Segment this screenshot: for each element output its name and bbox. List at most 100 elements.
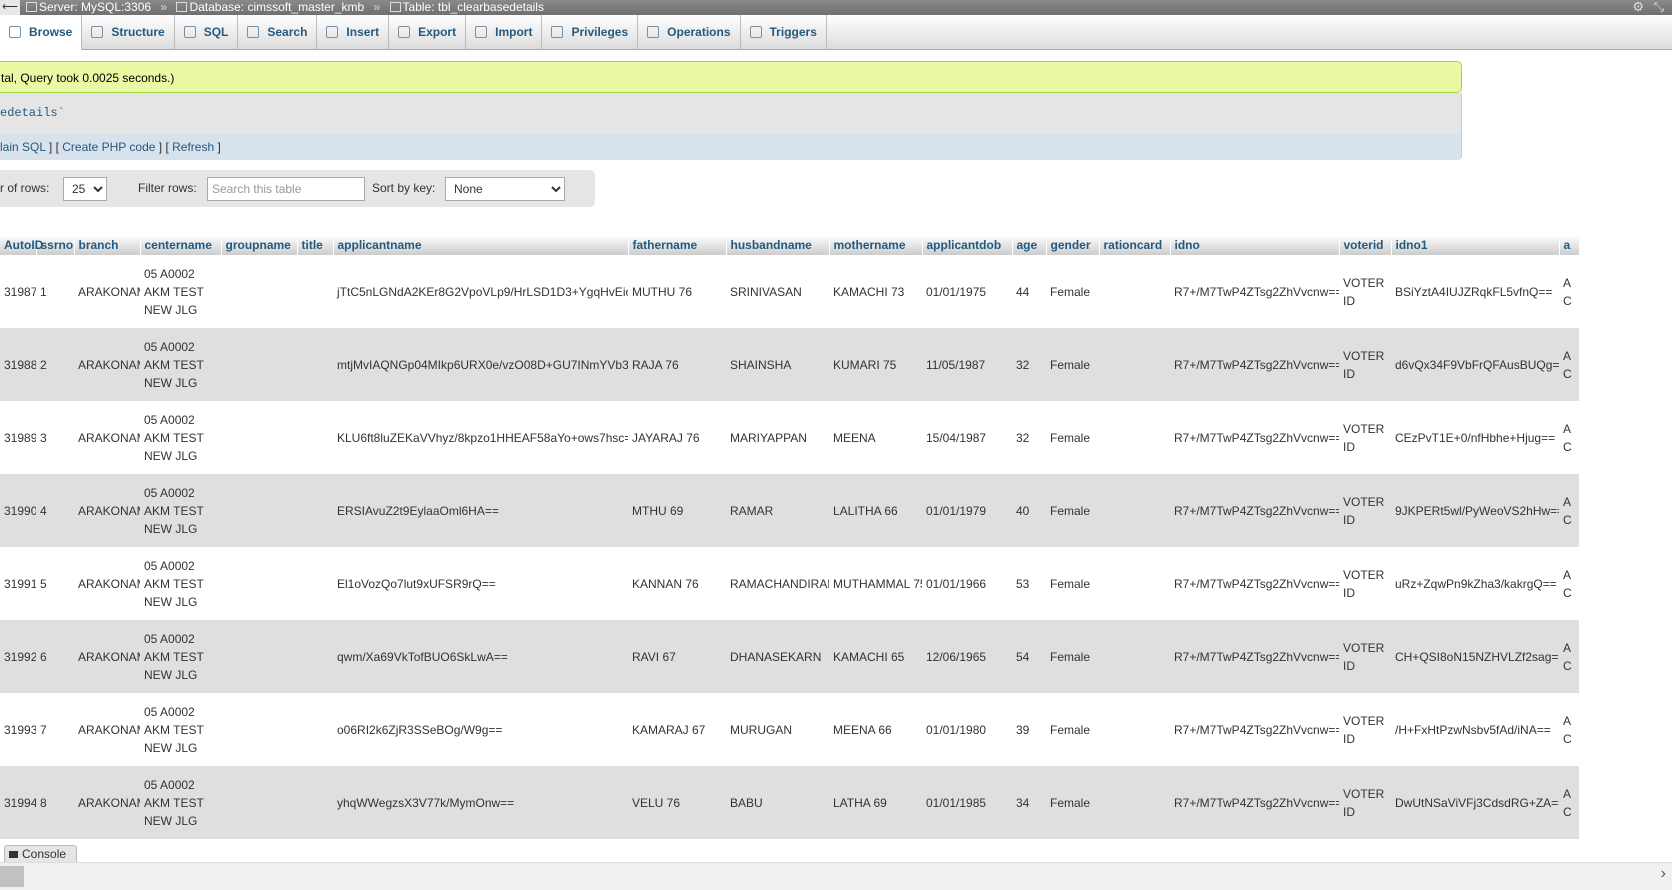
- cell-branch[interactable]: ARAKONAM: [74, 255, 140, 328]
- cell-groupname[interactable]: [221, 766, 297, 839]
- table-row[interactable]: 31993 7 ARAKONAM 05 A0002 AKM TEST NEW JLG o…: [0, 693, 1579, 766]
- cell-a[interactable]: A C: [1559, 620, 1579, 693]
- cell-idno[interactable]: R7+/M7TwP4ZTsg2ZhVvcnw==: [1170, 693, 1339, 766]
- cell-mothername[interactable]: KUMARI 75: [829, 328, 922, 401]
- cell-centername[interactable]: 05 A0002 AKM TEST NEW JLG: [140, 255, 221, 328]
- cell-age[interactable]: 54: [1012, 620, 1046, 693]
- column-header-centername[interactable]: centername: [140, 235, 222, 255]
- tab-search[interactable]: Search: [238, 15, 318, 49]
- cell-idno1[interactable]: /H+FxHtPzwNsbv5fAd/iNA==: [1391, 693, 1559, 766]
- cell-idno[interactable]: R7+/M7TwP4ZTsg2ZhVvcnw==: [1170, 474, 1339, 547]
- cell-idno[interactable]: R7+/M7TwP4ZTsg2ZhVvcnw==: [1170, 620, 1339, 693]
- cell-applicantname[interactable]: mtjMvIAQNGp04MIkp6URX0e/vzO08D+GU7INmYVb…: [333, 328, 628, 401]
- cell-gender[interactable]: Female: [1046, 693, 1099, 766]
- cell-idno[interactable]: R7+/M7TwP4ZTsg2ZhVvcnw==: [1170, 547, 1339, 620]
- column-header-title[interactable]: title: [297, 235, 334, 255]
- cell-voterid[interactable]: VOTER ID: [1339, 693, 1391, 766]
- cell-mothername[interactable]: MUTHAMMAL 75: [829, 547, 922, 620]
- back-arrow-icon[interactable]: ⟵: [0, 0, 20, 15]
- cell-gender[interactable]: Female: [1046, 766, 1099, 839]
- cell-husbandname[interactable]: RAMACHANDIRAN: [726, 547, 829, 620]
- cell-title[interactable]: [297, 620, 333, 693]
- tab-export[interactable]: Export: [389, 15, 467, 49]
- cell-autoid[interactable]: 31993: [0, 693, 36, 766]
- column-header-branch[interactable]: branch: [74, 235, 141, 255]
- cell-a[interactable]: A C: [1559, 547, 1579, 620]
- cell-centername[interactable]: 05 A0002 AKM TEST NEW JLG: [140, 620, 221, 693]
- cell-branch[interactable]: ARAKONAM: [74, 474, 140, 547]
- cell-a[interactable]: A C: [1559, 401, 1579, 474]
- refresh-link[interactable]: Refresh: [172, 140, 214, 154]
- cell-fathername[interactable]: RAJA 76: [628, 328, 726, 401]
- cell-applicantname[interactable]: KLU6ft8luZEKaVVhyz/8kpzo1HHEAF58aYo+ows7…: [333, 401, 628, 474]
- breadcrumb-database[interactable]: Database: cimssoft_master_kmb: [176, 0, 364, 14]
- cell-branch[interactable]: ARAKONAM: [74, 547, 140, 620]
- cell-title[interactable]: [297, 547, 333, 620]
- cell-gender[interactable]: Female: [1046, 401, 1099, 474]
- cell-groupname[interactable]: [221, 693, 297, 766]
- explain-sql-link[interactable]: lain SQL: [0, 140, 46, 154]
- cell-applicantdob[interactable]: 15/04/1987: [922, 401, 1012, 474]
- cell-ssrno[interactable]: 6: [36, 620, 74, 693]
- rows-select[interactable]: 25: [63, 177, 107, 201]
- cell-rationcard[interactable]: [1099, 766, 1170, 839]
- cell-voterid[interactable]: VOTER ID: [1339, 620, 1391, 693]
- cell-fathername[interactable]: KANNAN 76: [628, 547, 726, 620]
- cell-age[interactable]: 53: [1012, 547, 1046, 620]
- cell-ssrno[interactable]: 5: [36, 547, 74, 620]
- table-row[interactable]: 31994 8 ARAKONAM 05 A0002 AKM TEST NEW JLG y…: [0, 766, 1579, 839]
- cell-age[interactable]: 44: [1012, 255, 1046, 328]
- cell-centername[interactable]: 05 A0002 AKM TEST NEW JLG: [140, 693, 221, 766]
- cell-voterid[interactable]: VOTER ID: [1339, 474, 1391, 547]
- cell-centername[interactable]: 05 A0002 AKM TEST NEW JLG: [140, 766, 221, 839]
- cell-ssrno[interactable]: 8: [36, 766, 74, 839]
- cell-applicantname[interactable]: qwm/Xa69VkTofBUO6SkLwA==: [333, 620, 628, 693]
- cell-age[interactable]: 34: [1012, 766, 1046, 839]
- tab-triggers[interactable]: Triggers: [741, 15, 827, 49]
- cell-rationcard[interactable]: [1099, 474, 1170, 547]
- cell-mothername[interactable]: KAMACHI 73: [829, 255, 922, 328]
- tab-structure[interactable]: Structure: [82, 15, 175, 49]
- settings-gear-icon[interactable]: ⚙: [1632, 0, 1644, 14]
- cell-rationcard[interactable]: [1099, 620, 1170, 693]
- cell-voterid[interactable]: VOTER ID: [1339, 547, 1391, 620]
- cell-idno1[interactable]: 9JKPERt5wl/PyWeoVS2hHw==: [1391, 474, 1559, 547]
- column-header-idno1[interactable]: idno1: [1391, 235, 1560, 255]
- cell-idno1[interactable]: CH+QSI8oN15NZHVLZf2sag==: [1391, 620, 1559, 693]
- cell-groupname[interactable]: [221, 547, 297, 620]
- cell-age[interactable]: 39: [1012, 693, 1046, 766]
- scrollbar-thumb[interactable]: [0, 866, 24, 887]
- cell-gender[interactable]: Female: [1046, 620, 1099, 693]
- cell-mothername[interactable]: LATHA 69: [829, 766, 922, 839]
- tab-privileges[interactable]: Privileges: [542, 15, 639, 49]
- cell-rationcard[interactable]: [1099, 693, 1170, 766]
- cell-mothername[interactable]: KAMACHI 65: [829, 620, 922, 693]
- cell-husbandname[interactable]: RAMAR: [726, 474, 829, 547]
- table-row[interactable]: 31992 6 ARAKONAM 05 A0002 AKM TEST NEW JLG q…: [0, 620, 1579, 693]
- cell-gender[interactable]: Female: [1046, 328, 1099, 401]
- cell-applicantdob[interactable]: 01/01/1975: [922, 255, 1012, 328]
- breadcrumb-table[interactable]: Table: tbl_clearbasedetails: [389, 0, 544, 14]
- cell-a[interactable]: A C: [1559, 474, 1579, 547]
- tab-insert[interactable]: Insert: [317, 15, 390, 49]
- cell-autoid[interactable]: 31991: [0, 547, 36, 620]
- table-row[interactable]: 31987 1 ARAKONAM 05 A0002 AKM TEST NEW JLG j…: [0, 255, 1579, 328]
- cell-rationcard[interactable]: [1099, 328, 1170, 401]
- column-header-mothername[interactable]: mothername: [829, 235, 923, 255]
- cell-groupname[interactable]: [221, 474, 297, 547]
- table-row[interactable]: 31988 2 ARAKONAM 05 A0002 AKM TEST NEW JLG m…: [0, 328, 1579, 401]
- column-header-groupname[interactable]: groupname: [221, 235, 298, 255]
- cell-applicantname[interactable]: jTtC5nLGNdA2KEr8G2VpoVLp9/HrLSD1D3+YgqHv…: [333, 255, 628, 328]
- cell-ssrno[interactable]: 4: [36, 474, 74, 547]
- cell-ssrno[interactable]: 1: [36, 255, 74, 328]
- table-row[interactable]: 31991 5 ARAKONAM 05 A0002 AKM TEST NEW JLG E…: [0, 547, 1579, 620]
- cell-husbandname[interactable]: SRINIVASAN: [726, 255, 829, 328]
- cell-title[interactable]: [297, 328, 333, 401]
- cell-title[interactable]: [297, 401, 333, 474]
- cell-applicantname[interactable]: yhqWWegzsX3V77k/MymOnw==: [333, 766, 628, 839]
- column-header-a[interactable]: a: [1559, 235, 1580, 255]
- cell-title[interactable]: [297, 474, 333, 547]
- cell-fathername[interactable]: MUTHU 76: [628, 255, 726, 328]
- cell-branch[interactable]: ARAKONAM: [74, 766, 140, 839]
- cell-centername[interactable]: 05 A0002 AKM TEST NEW JLG: [140, 401, 221, 474]
